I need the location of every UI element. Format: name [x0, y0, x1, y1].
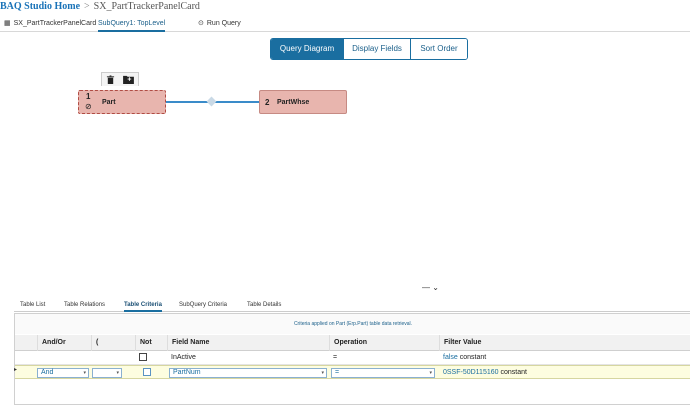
tab-label: SX_PartTrackerPanelCard — [13, 20, 97, 27]
not-checkbox[interactable] — [143, 368, 151, 377]
tab-table-criteria[interactable]: Table Criteria — [124, 302, 162, 312]
tab-table-details[interactable]: Table Details — [247, 302, 281, 312]
node-name: PartWhse — [277, 99, 310, 106]
cell-andor — [37, 351, 41, 365]
tab-panel-card[interactable]: ▦ SX_PartTrackerPanelCard — [4, 18, 96, 32]
table-row[interactable]: InActive = false constant — [15, 351, 690, 365]
field-name-select[interactable]: PartNum ▾ — [169, 368, 327, 378]
node-number: 2 — [265, 98, 270, 107]
query-diagram-button[interactable]: Query Diagram — [271, 39, 343, 59]
andor-value: And — [41, 369, 54, 376]
breadcrumb-home-link[interactable]: BAQ Studio Home — [0, 1, 80, 12]
check-circle-icon: ⊘ — [85, 102, 92, 111]
tab-label: Run Query — [206, 20, 241, 27]
criteria-grid: Criteria applied on Part (Erp.Part) tabl… — [14, 313, 690, 405]
filter-type: constant — [500, 369, 527, 376]
tab-subquery-criteria[interactable]: SubQuery Criteria — [179, 302, 227, 312]
table-row[interactable]: And ▾ ▾ PartNum ▾ = ▾ 0SSF-50D115160 consta… — [15, 365, 690, 379]
chevron-down-icon: ▾ — [429, 370, 432, 376]
col-operation[interactable]: Operation — [329, 335, 439, 351]
paren-select[interactable]: ▾ — [92, 368, 122, 378]
tab-table-list[interactable]: Table List — [20, 302, 45, 312]
display-fields-button[interactable]: Display Fields — [343, 39, 410, 59]
play-icon: ⊙ — [198, 20, 204, 27]
criteria-tab-bar: Table List Table Relations Table Criteri… — [14, 301, 690, 312]
andor-select[interactable]: And ▾ — [37, 368, 89, 378]
field-name-value: PartNum — [173, 369, 201, 376]
filter-value-link[interactable]: 0SSF-50D115160 — [443, 369, 499, 376]
col-andor[interactable]: And/Or — [37, 335, 93, 351]
not-checkbox[interactable] — [139, 353, 147, 362]
grid-icon: ▦ — [4, 20, 11, 27]
col-filter-value[interactable]: Filter Value — [439, 335, 690, 351]
diagram-node-partwhse[interactable]: 2 PartWhse — [259, 90, 347, 114]
diagram-node-part[interactable]: 1 ⊘ Part — [78, 90, 166, 114]
filter-value-link[interactable]: false — [443, 354, 458, 361]
view-switch: Query Diagram Display Fields Sort Order — [270, 38, 468, 60]
chevron-down-icon: ▾ — [321, 370, 324, 376]
tab-run-query[interactable]: ⊙ Run Query — [198, 18, 241, 32]
col-field-name[interactable]: Field Name — [167, 335, 330, 351]
node-number: 1 — [86, 92, 91, 101]
panel-collapse-icon[interactable]: — ⌄ — [422, 283, 439, 292]
trash-icon[interactable] — [106, 71, 115, 89]
cell-filter-value: 0SSF-50D115160 constant — [439, 366, 527, 380]
add-folder-icon[interactable] — [123, 71, 134, 89]
cell-filter-value: false constant — [439, 351, 486, 365]
cell-not — [139, 366, 151, 380]
tab-table-relations[interactable]: Table Relations — [64, 302, 105, 312]
col-paren[interactable]: ( — [91, 335, 126, 351]
cell-not — [135, 351, 147, 365]
node-toolbar — [101, 72, 139, 86]
cell-field-name: InActive — [171, 354, 196, 361]
operation-value: = — [335, 369, 340, 376]
breadcrumb-current: SX_PartTrackerPanelCard — [93, 1, 200, 12]
tab-label: SubQuery1: TopLevel — [98, 20, 166, 27]
col-not[interactable]: Not — [135, 335, 170, 351]
cell-operation: = — [333, 354, 338, 361]
chevron-down-icon: ▾ — [83, 370, 86, 376]
grid-header: And/Or ( Not Field Name Operation Filter… — [15, 335, 690, 351]
sort-order-button[interactable]: Sort Order — [410, 39, 467, 59]
node-name: Part — [102, 99, 116, 106]
tab-subquery-toplevel[interactable]: SubQuery1: TopLevel — [98, 18, 166, 32]
breadcrumb: BAQ Studio Home > SX_PartTrackerPanelCard — [0, 0, 200, 14]
criteria-caption: Criteria applied on Part (Erp.Part) tabl… — [15, 314, 690, 334]
row-pointer-icon: ▸ — [14, 367, 18, 373]
chevron-down-icon: ▾ — [116, 370, 119, 376]
operation-select[interactable]: = ▾ — [331, 368, 435, 378]
filter-type: constant — [459, 354, 487, 361]
breadcrumb-separator: > — [84, 1, 90, 12]
query-tab-bar: ▦ SX_PartTrackerPanelCard SubQuery1: TopL… — [0, 16, 690, 32]
